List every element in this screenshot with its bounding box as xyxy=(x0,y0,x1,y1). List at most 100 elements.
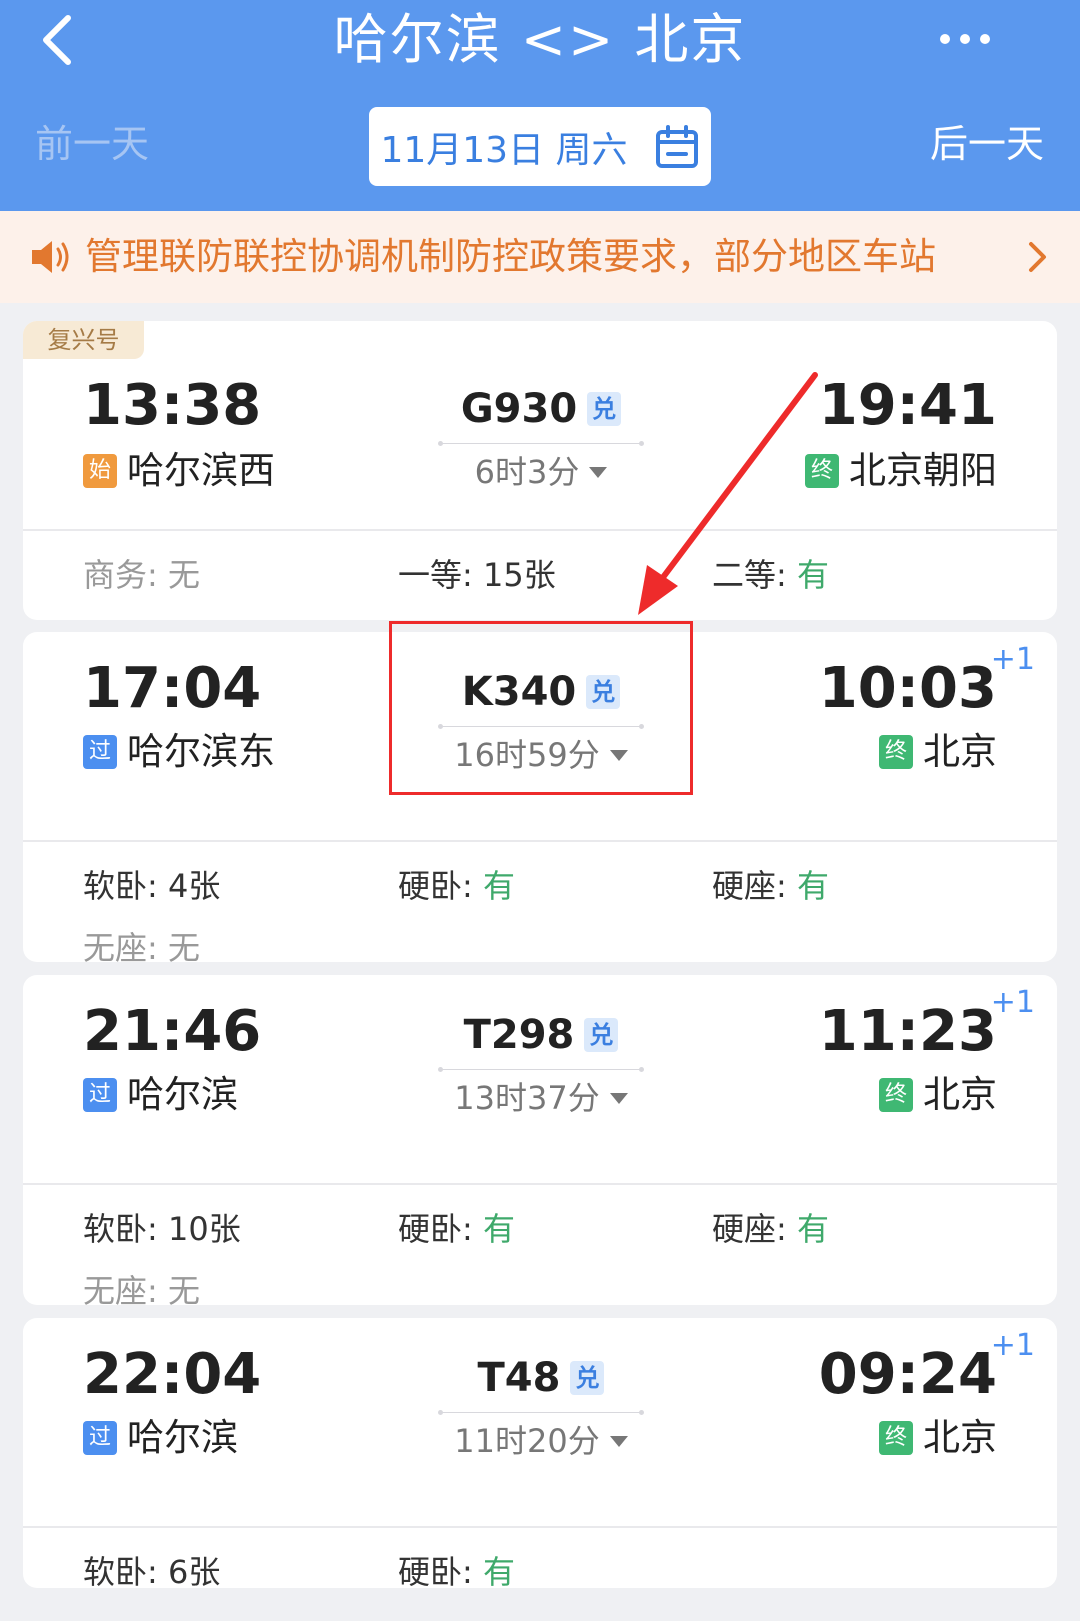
seat-value: 无 xyxy=(167,929,200,962)
seat-item: 硬卧: 有 xyxy=(398,864,515,908)
seat-value: 有 xyxy=(482,1210,515,1248)
arrival-time: 19:41 xyxy=(818,373,997,438)
train-number-text: T48 xyxy=(477,1355,561,1401)
exchange-badge: 兑 xyxy=(584,1018,619,1052)
next-day-button[interactable]: 后一天 xyxy=(930,118,1044,170)
departure-time: 22:04 xyxy=(83,1342,262,1407)
duration-text: 13时37分 xyxy=(454,1079,600,1117)
train-card[interactable]: 复兴号 13:38 始 哈尔滨西 G930 兑 6时3分 19:41 终 北京朝… xyxy=(23,321,1057,620)
more-icon[interactable] xyxy=(930,14,1000,64)
train-number-text: T298 xyxy=(463,1012,575,1058)
duration-text: 6时3分 xyxy=(474,453,580,491)
highlight-box xyxy=(389,621,693,795)
train-info[interactable]: T298 兑 13时37分 xyxy=(438,1007,644,1122)
seat-value: 有 xyxy=(796,867,829,905)
duration[interactable]: 6时3分 xyxy=(440,448,642,496)
seat-name: 硬卧: xyxy=(398,1553,473,1588)
train-type-badge: 复兴号 xyxy=(23,321,144,359)
seat-item: 软卧: 10张 xyxy=(83,1207,241,1251)
exchange-badge: 兑 xyxy=(570,1361,605,1395)
departure-station-name: 哈尔滨 xyxy=(127,1416,238,1459)
arrival-station-name: 北京 xyxy=(923,1416,997,1459)
duration[interactable]: 13时37分 xyxy=(440,1074,642,1122)
seat-value: 有 xyxy=(482,867,515,905)
train-number: T48 兑 xyxy=(440,1350,642,1406)
duration-text: 11时20分 xyxy=(454,1422,600,1460)
arrival-station: 终 北京 xyxy=(879,727,997,777)
seat-name: 软卧: xyxy=(83,867,158,905)
arrival-station: 终 北京 xyxy=(879,1070,997,1120)
seat-value: 10张 xyxy=(167,1210,241,1248)
pass-tag: 过 xyxy=(83,1421,117,1455)
seat-name: 硬卧: xyxy=(398,1210,473,1248)
seat-item: 硬卧: 有 xyxy=(398,1207,515,1251)
seat-name: 软卧: xyxy=(83,1210,158,1248)
next-day-mark: +1 xyxy=(990,985,1035,1020)
exchange-badge: 兑 xyxy=(587,392,622,426)
end-tag: 终 xyxy=(879,1078,913,1112)
arrival-time: 10:03 xyxy=(818,656,997,721)
train-info[interactable]: T48 兑 11时20分 xyxy=(438,1350,644,1465)
pass-tag: 过 xyxy=(83,735,117,769)
seat-name: 商务: xyxy=(83,556,158,594)
page-title: 哈尔滨 <> 北京 xyxy=(333,8,747,71)
date-label: 11月13日 周六 xyxy=(380,129,628,171)
seat-name: 软卧: xyxy=(83,1553,158,1588)
seat-value: 无 xyxy=(167,556,200,594)
chevron-right-icon[interactable] xyxy=(1026,239,1050,275)
train-info[interactable]: G930 兑 6时3分 xyxy=(438,381,644,496)
prev-day-button[interactable]: 前一天 xyxy=(35,118,149,170)
arrival-station-name: 北京朝阳 xyxy=(849,449,997,492)
date-picker[interactable]: 11月13日 周六 xyxy=(369,107,711,186)
next-day-mark: +1 xyxy=(990,642,1035,677)
train-number: T298 兑 xyxy=(440,1007,642,1063)
departure-station: 过 哈尔滨 xyxy=(83,1413,238,1463)
divider xyxy=(438,1067,644,1072)
train-card[interactable]: 21:46 过 哈尔滨 T298 兑 13时37分 11:23 +1 终 北京 … xyxy=(23,975,1057,1305)
seat-name: 硬卧: xyxy=(398,867,473,905)
end-tag: 终 xyxy=(879,735,913,769)
duration[interactable]: 11时20分 xyxy=(440,1417,642,1465)
caret-down-icon xyxy=(609,1435,628,1447)
seat-name: 无座: xyxy=(83,929,158,962)
arrival-time: 11:23 xyxy=(818,999,997,1064)
seat-value: 无 xyxy=(167,1272,200,1305)
seat-value: 15张 xyxy=(482,556,556,594)
start-tag: 始 xyxy=(83,454,117,488)
departure-station: 过 哈尔滨 xyxy=(83,1070,238,1120)
seat-item: 硬座: 有 xyxy=(712,1207,829,1251)
seat-value: 有 xyxy=(482,1553,515,1588)
seat-name: 无座: xyxy=(83,1272,158,1305)
seat-value: 有 xyxy=(796,1210,829,1248)
train-number: G930 兑 xyxy=(440,381,642,437)
caret-down-icon xyxy=(609,1092,628,1104)
seat-item: 无座: 无 xyxy=(83,1269,200,1305)
departure-station: 始 哈尔滨西 xyxy=(83,446,275,496)
seat-value: 4张 xyxy=(167,867,221,905)
departure-station-name: 哈尔滨 xyxy=(127,1073,238,1116)
seat-item: 无座: 无 xyxy=(83,926,200,962)
annotation-arrow xyxy=(638,372,818,615)
departure-station-name: 哈尔滨西 xyxy=(127,449,275,492)
next-day-mark: +1 xyxy=(990,1328,1035,1363)
departure-time: 17:04 xyxy=(83,656,262,721)
seat-item: 硬卧: 有 xyxy=(398,1550,515,1588)
end-tag: 终 xyxy=(879,1421,913,1455)
arrival-time: 09:24 xyxy=(818,1342,997,1407)
seat-item: 硬座: 有 xyxy=(712,864,829,908)
seat-name: 硬座: xyxy=(712,1210,787,1248)
top-header: 哈尔滨 <> 北京 前一天 11月13日 周六 后一天 xyxy=(0,0,1080,211)
divider xyxy=(438,441,644,446)
train-card[interactable]: 22:04 过 哈尔滨 T48 兑 11时20分 09:24 +1 终 北京 软… xyxy=(23,1318,1057,1588)
departure-time: 21:46 xyxy=(83,999,262,1064)
seat-item: 一等: 15张 xyxy=(398,553,556,597)
departure-station-name: 哈尔滨东 xyxy=(127,730,275,773)
caret-down-icon xyxy=(589,466,608,478)
seat-item: 软卧: 6张 xyxy=(83,1550,220,1588)
seat-item: 商务: 无 xyxy=(83,553,200,597)
notice-bar[interactable]: 管理联防联控协调机制防控政策要求，部分地区车站 xyxy=(0,211,1080,303)
pass-tag: 过 xyxy=(83,1078,117,1112)
seat-item: 软卧: 4张 xyxy=(83,864,220,908)
seat-name: 硬座: xyxy=(712,867,787,905)
seat-value: 6张 xyxy=(167,1553,221,1588)
